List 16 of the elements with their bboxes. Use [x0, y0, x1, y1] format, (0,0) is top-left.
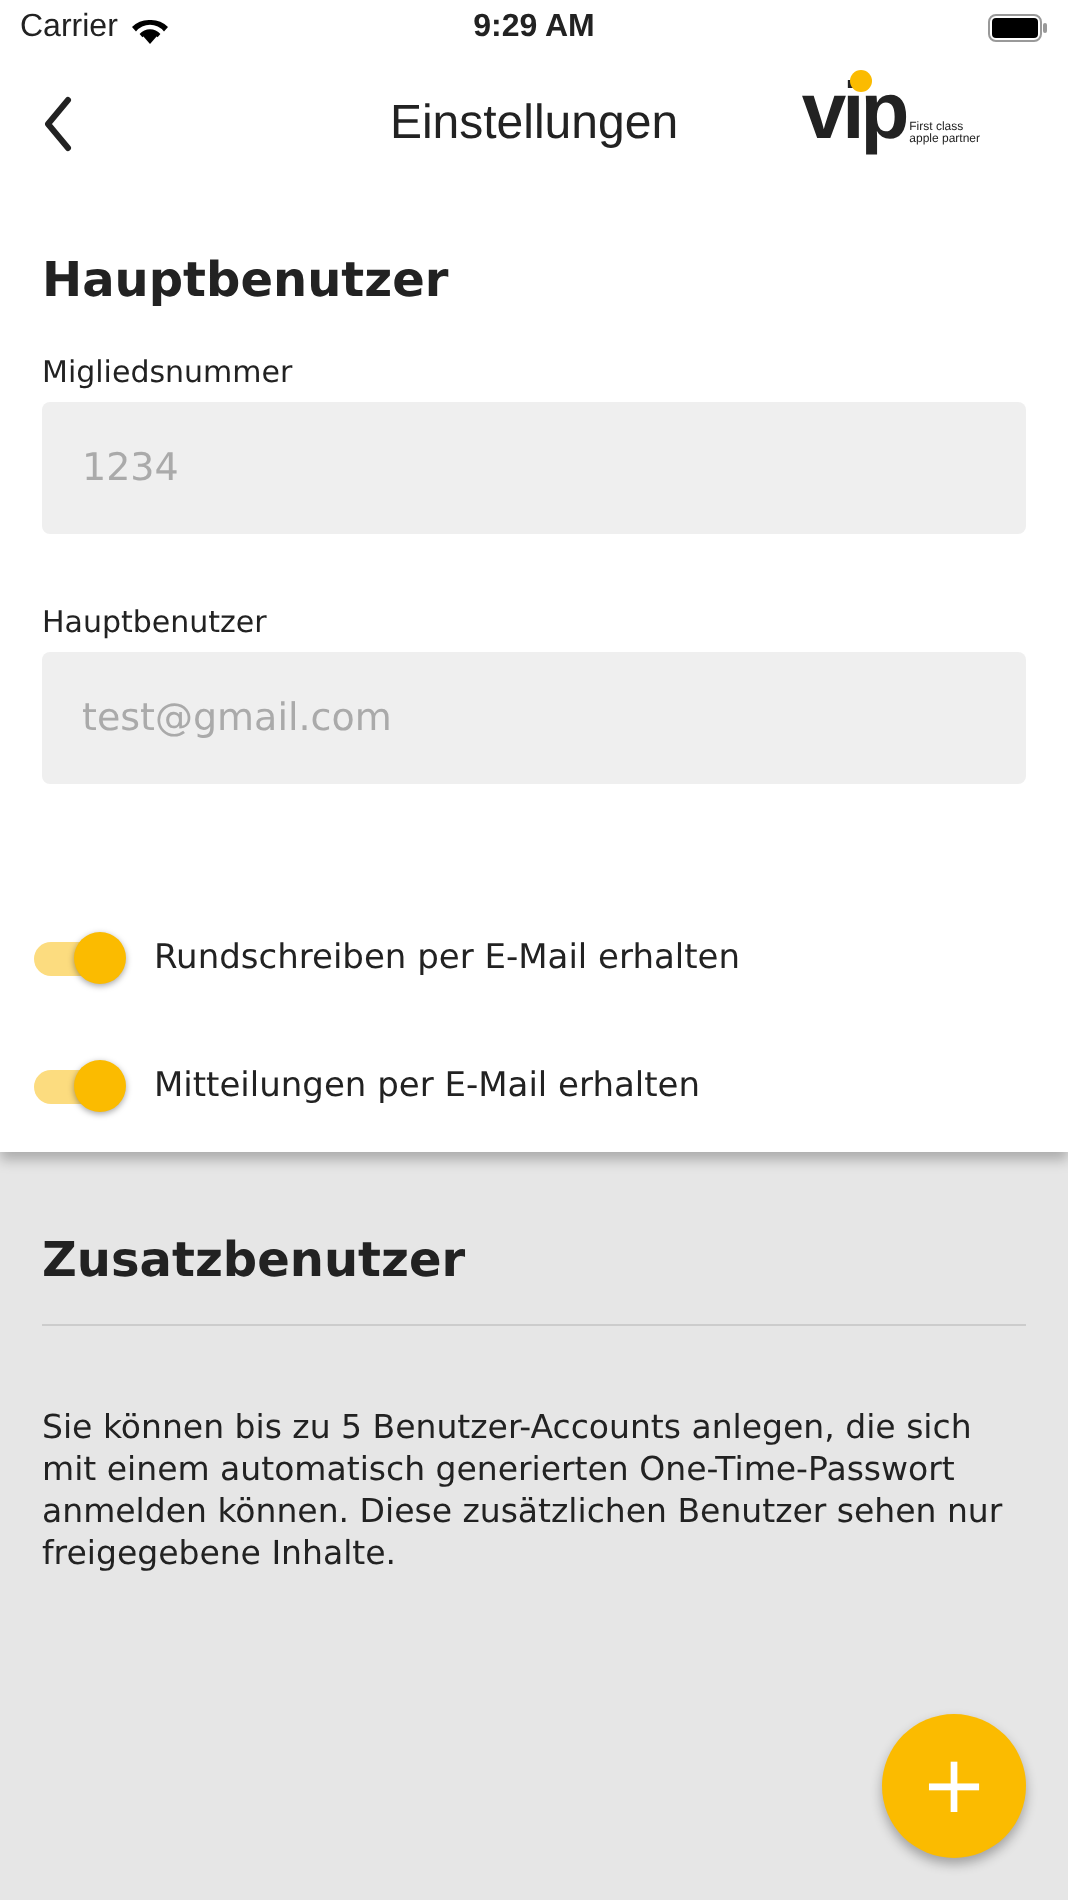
section-heading: Zusatzbenutzer	[42, 1232, 468, 1288]
section-heading: Hauptbenutzer	[42, 252, 451, 308]
toggle-label: Rundschreiben per E-Mail erhalten	[154, 938, 741, 978]
field-label: Hauptbenutzer	[42, 604, 267, 640]
add-button[interactable]: +	[882, 1714, 1026, 1858]
toggle-label: Mitteilungen per E-Mail erhalten	[154, 1066, 701, 1106]
battery-icon	[988, 14, 1048, 42]
carrier-label: Carrier	[20, 10, 118, 46]
input-field[interactable]: test@gmail.com	[42, 652, 1026, 784]
screen-title: Einstellungen	[389, 96, 679, 150]
info-paragraph: Sie können bis zu 5 Benutzer-Accounts anlegen, die sich mit einem automatisch generierten One-Time-Passwort anmelden können. Diese zusätzlichen Benutzer sehen nur freigegebene Inhalte.	[42, 1406, 1005, 1575]
toggle-switch[interactable]	[34, 932, 126, 984]
input-field[interactable]: 1234	[42, 402, 1026, 534]
clock-time: 9:29 AM	[473, 10, 595, 44]
field-label: Migliedsnummer	[42, 354, 293, 390]
toggle-switch[interactable]	[34, 1060, 126, 1112]
